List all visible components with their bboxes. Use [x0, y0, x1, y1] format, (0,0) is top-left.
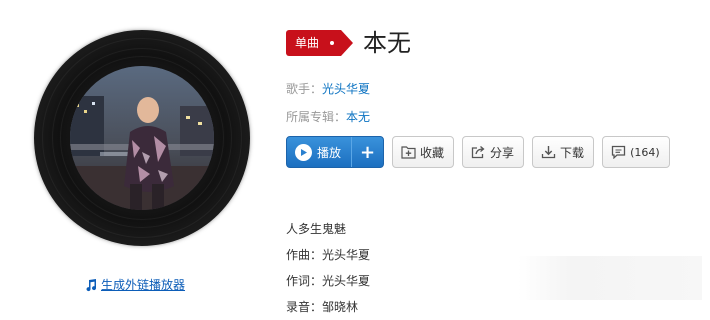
play-circle-icon	[295, 143, 312, 161]
artist-row: 歌手：光头华夏	[286, 80, 370, 97]
outlink-label: 生成外链播放器	[101, 278, 186, 292]
music-note-icon	[84, 278, 98, 292]
comment-icon	[611, 145, 626, 159]
action-buttons: 播放 + 收藏 分享 下载 (164)	[286, 136, 670, 168]
download-label: 下载	[560, 145, 585, 160]
download-icon	[541, 146, 556, 159]
play-button-group: 播放 +	[286, 136, 385, 168]
faded-watermark	[518, 256, 702, 300]
song-title: 本无	[363, 29, 412, 57]
album-link[interactable]: 本无	[346, 110, 370, 124]
lyric-line: 作曲：光头华夏	[286, 248, 371, 262]
song-type-badge: 单曲	[286, 30, 354, 56]
artist-label: 歌手：	[286, 82, 323, 96]
collect-label: 收藏	[420, 145, 445, 160]
generate-outlink-player-link[interactable]: 生成外链播放器	[84, 276, 185, 293]
comment-button[interactable]: (164)	[602, 136, 670, 168]
share-icon	[471, 146, 485, 159]
album-row: 所属专辑：本无	[286, 108, 370, 125]
album-cover	[34, 30, 250, 246]
song-type-label: 单曲	[295, 36, 320, 50]
download-button[interactable]: 下载	[532, 136, 595, 168]
badge-dot	[330, 41, 335, 45]
add-to-playlist-button[interactable]: +	[351, 137, 383, 167]
share-button[interactable]: 分享	[462, 136, 525, 168]
lyrics-block: 人多生鬼魅 作曲：光头华夏 作词：光头华夏 录音：邹晓林	[286, 216, 370, 320]
lyric-line: 人多生鬼魅	[286, 222, 347, 236]
play-button[interactable]: 播放	[287, 137, 351, 167]
comment-count: (164)	[630, 145, 660, 159]
cover-photo-image	[70, 66, 214, 210]
lyric-line: 作词：光头华夏	[286, 274, 371, 288]
cover-photo	[70, 66, 214, 210]
album-label: 所属专辑：	[286, 110, 347, 124]
folder-plus-icon	[401, 146, 416, 159]
artist-link[interactable]: 光头华夏	[322, 82, 370, 96]
collect-button[interactable]: 收藏	[392, 136, 455, 168]
title-row: 单曲 本无	[286, 28, 411, 58]
play-label: 播放	[317, 145, 342, 160]
share-label: 分享	[490, 145, 515, 160]
lyric-line: 录音：邹晓林	[286, 300, 359, 314]
